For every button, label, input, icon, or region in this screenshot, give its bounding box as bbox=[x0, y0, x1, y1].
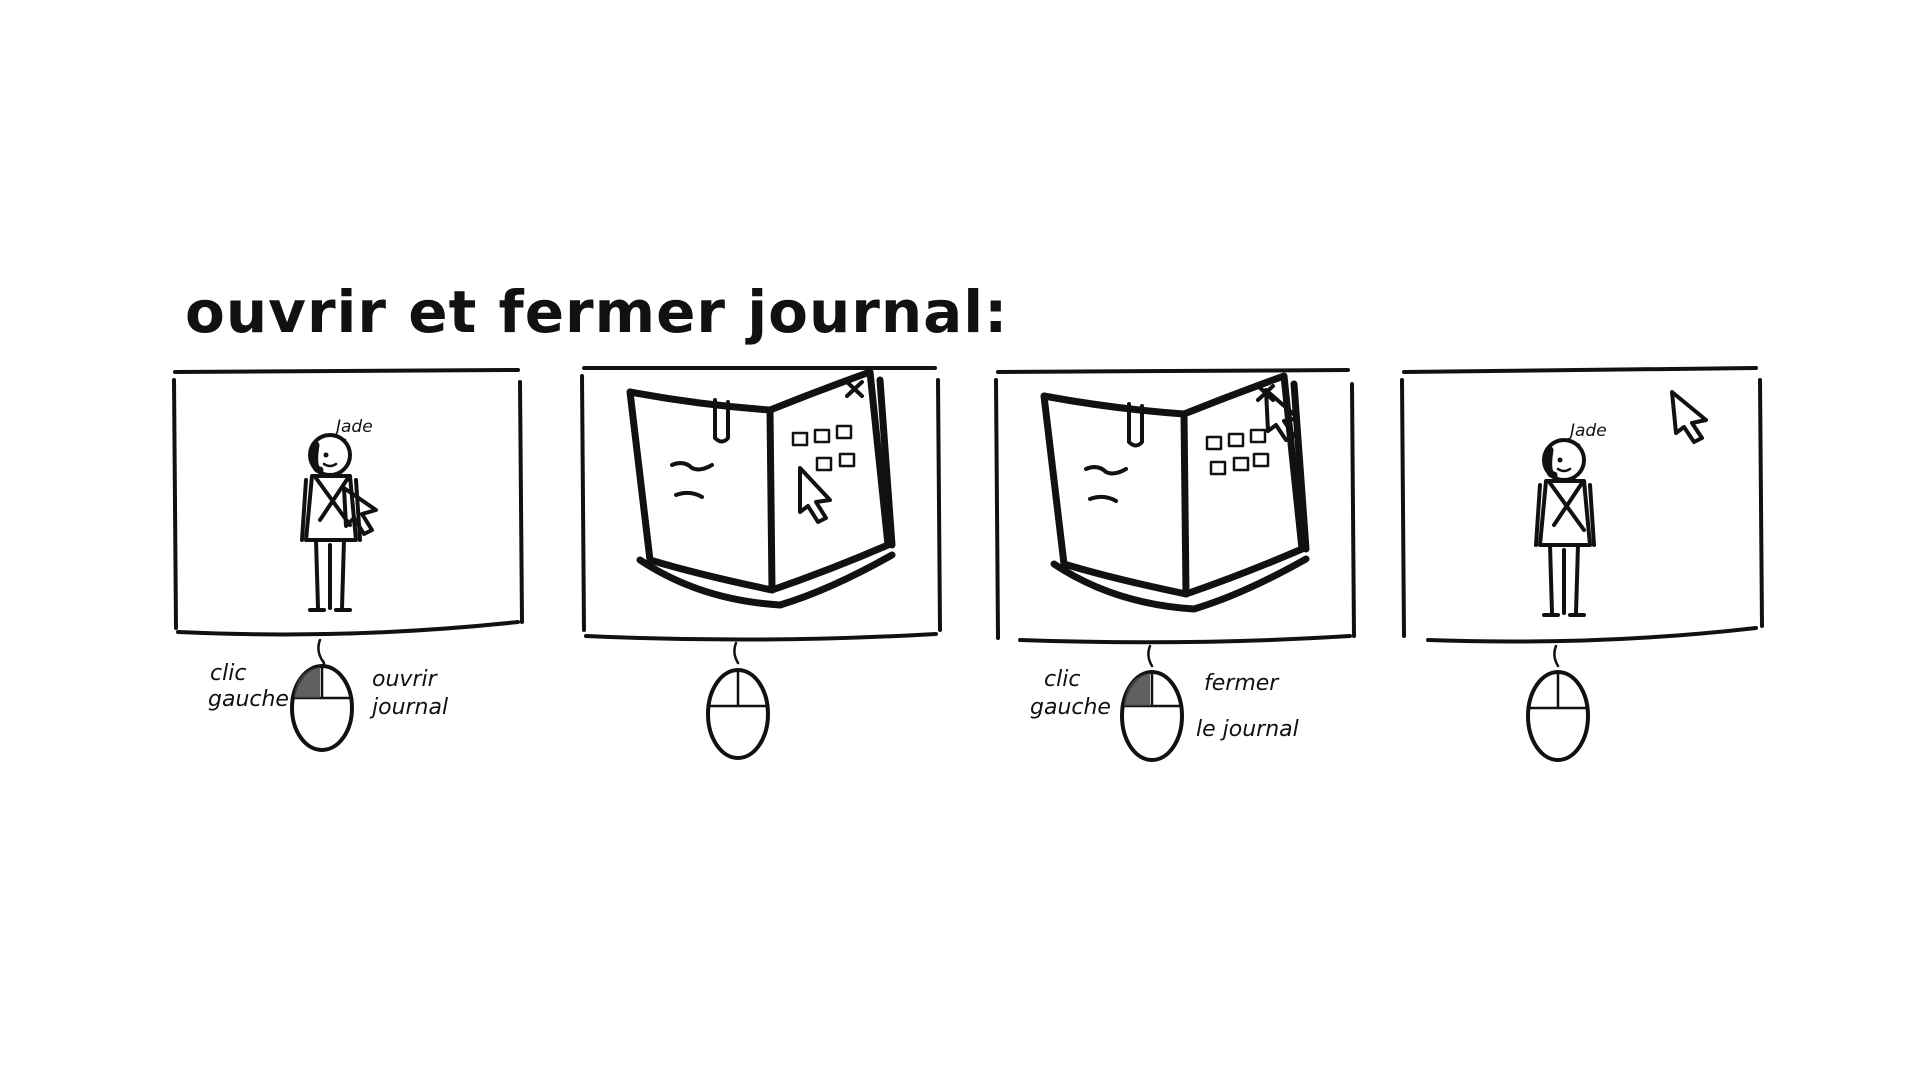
mouse-2 bbox=[706, 641, 770, 760]
computer-mouse-icon bbox=[1526, 644, 1590, 762]
computer-mouse-icon bbox=[290, 638, 354, 752]
mouse-3-left-label-line2: gauche bbox=[1030, 695, 1111, 720]
mouse-1-right-label-line2: journal bbox=[369, 695, 448, 720]
mouse-3-left-label-line1: clic bbox=[1044, 667, 1080, 692]
mouse-1-right-label-line1: ouvrir bbox=[372, 667, 439, 692]
storyboard: ouvrir et fermer journal: Jade Jade clic… bbox=[172, 278, 1764, 762]
storyboard-title: ouvrir et fermer journal: bbox=[185, 278, 1008, 346]
open-journal bbox=[626, 368, 896, 609]
computer-mouse-icon bbox=[706, 641, 770, 760]
mouse-4 bbox=[1526, 644, 1590, 762]
panel-4: Jade bbox=[1400, 366, 1764, 644]
panel-1-frame bbox=[172, 368, 524, 637]
left-button-pressed bbox=[294, 667, 320, 698]
arrow-cursor-icon bbox=[798, 466, 832, 524]
character-jade bbox=[1534, 438, 1596, 617]
character-name-label: Jade bbox=[333, 417, 373, 437]
mouse-1: clic gauche ouvrir journal bbox=[208, 638, 448, 752]
mouse-1-left-label-line1: clic bbox=[210, 661, 246, 686]
mouse-3-right-label-line2: le journal bbox=[1196, 717, 1299, 742]
left-button-pressed bbox=[1124, 673, 1150, 706]
computer-mouse-icon bbox=[1120, 644, 1184, 762]
panel-3 bbox=[994, 368, 1356, 645]
panel-4-frame bbox=[1400, 366, 1764, 644]
panel-2 bbox=[580, 366, 942, 642]
mouse-3-right-label-line1: fermer bbox=[1204, 671, 1280, 696]
character-name-label: Jade bbox=[1567, 421, 1607, 441]
close-x-icon bbox=[845, 380, 864, 398]
mouse-3: clic gauche fermer le journal bbox=[1030, 644, 1299, 762]
panel-1: Jade bbox=[172, 368, 524, 637]
mouse-1-left-label-line2: gauche bbox=[208, 687, 289, 712]
arrow-cursor-icon bbox=[1670, 390, 1708, 444]
